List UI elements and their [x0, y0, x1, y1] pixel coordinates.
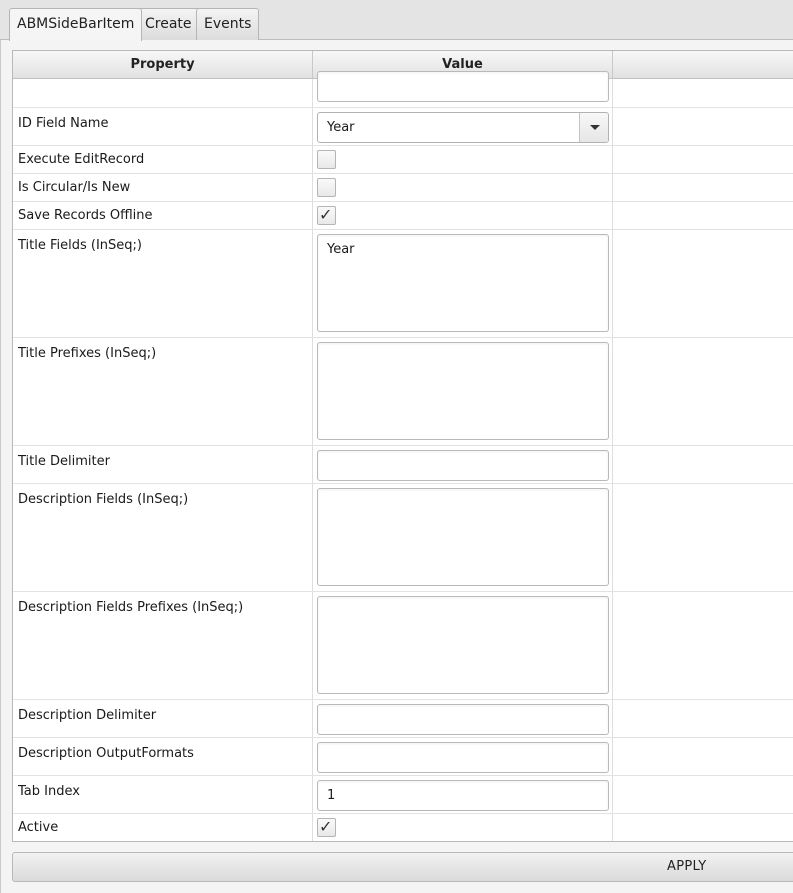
title-prefixes-textarea[interactable]: [317, 342, 609, 440]
dropdown-button[interactable]: [579, 113, 608, 142]
apply-button[interactable]: APPLY: [12, 852, 793, 882]
description-fields-textarea[interactable]: [317, 488, 609, 586]
property-label: Active: [13, 814, 313, 841]
table-row: Title Fields (InSeq;) Year: [13, 230, 793, 338]
table-row: Description Delimiter: [13, 700, 793, 738]
property-label: Title Delimiter: [13, 446, 313, 483]
description-fields-prefixes-textarea[interactable]: [317, 596, 609, 694]
property-label: Save Records Offline: [13, 202, 313, 229]
property-label: [13, 79, 313, 107]
combo-value: Year: [327, 120, 355, 135]
table-row: Save Records Offline ✓: [13, 202, 793, 230]
id-field-name-combo[interactable]: Year: [317, 112, 609, 143]
table-row: [13, 71, 793, 108]
table-row: Description Fields Prefixes (InSeq;): [13, 592, 793, 700]
is-circular-checkbox[interactable]: [317, 178, 336, 197]
table-row: Description Fields (InSeq;): [13, 484, 793, 592]
table-row: Execute EditRecord: [13, 146, 793, 174]
property-label: Execute EditRecord: [13, 146, 313, 173]
table-row: Title Delimiter: [13, 446, 793, 484]
description-delimiter-field[interactable]: [317, 704, 609, 735]
apply-button-label: APPLY: [667, 859, 707, 874]
property-label: Description Fields (InSeq;): [13, 484, 313, 591]
property-label: Description Fields Prefixes (InSeq;): [13, 592, 313, 699]
property-table: Property Value ID Field Name Year Execut…: [12, 50, 793, 842]
title-delimiter-field[interactable]: [317, 450, 609, 481]
tab-index-field[interactable]: 1: [317, 780, 609, 811]
execute-editrecord-checkbox[interactable]: [317, 150, 336, 169]
table-row: Is Circular/Is New: [13, 174, 793, 202]
value-field[interactable]: [317, 71, 609, 102]
property-label: Description Delimiter: [13, 700, 313, 737]
table-row: ID Field Name Year: [13, 108, 793, 146]
table-row: Active ✓: [13, 814, 793, 841]
tab-abmsidebaritem[interactable]: ABMSideBarItem: [9, 8, 143, 41]
table-row: Tab Index 1: [13, 776, 793, 814]
description-outputformats-field[interactable]: [317, 742, 609, 773]
chevron-down-icon: [590, 125, 600, 130]
property-label: Description OutputFormats: [13, 738, 313, 775]
tab-content-panel: Property Value ID Field Name Year Execut…: [0, 40, 793, 893]
title-fields-textarea[interactable]: Year: [317, 234, 609, 332]
property-label: Title Prefixes (InSeq;): [13, 338, 313, 445]
save-records-offline-checkbox[interactable]: ✓: [317, 205, 336, 225]
property-label: Is Circular/Is New: [13, 174, 313, 201]
table-row: Description OutputFormats: [13, 738, 793, 776]
checkmark-icon: ✓: [319, 205, 333, 224]
property-label: Title Fields (InSeq;): [13, 230, 313, 337]
table-row: Title Prefixes (InSeq;): [13, 338, 793, 446]
property-label: ID Field Name: [13, 108, 313, 145]
active-checkbox[interactable]: ✓: [317, 817, 336, 837]
tab-events[interactable]: Events: [196, 8, 260, 40]
checkmark-icon: ✓: [319, 817, 333, 836]
property-label: Tab Index: [13, 776, 313, 813]
column-header-property: Property: [13, 51, 313, 79]
tab-create[interactable]: Create: [137, 8, 200, 40]
tab-bar: ABMSideBarItem Create Events: [0, 0, 793, 41]
